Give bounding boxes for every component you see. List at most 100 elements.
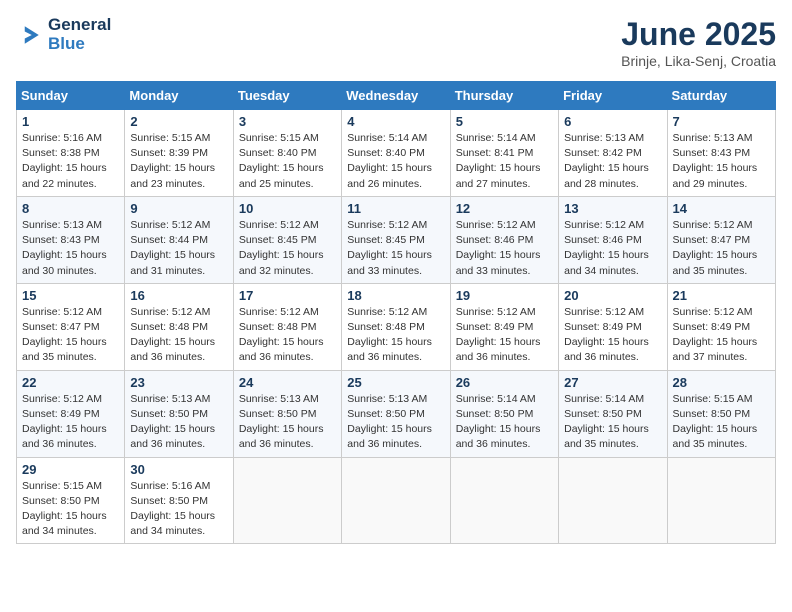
day-number: 16 [130,288,227,303]
calendar-header-row: Sunday Monday Tuesday Wednesday Thursday… [17,82,776,110]
table-row: 26 Sunrise: 5:14 AMSunset: 8:50 PMDayligh… [450,370,558,457]
day-info: Sunrise: 5:14 AMSunset: 8:50 PMDaylight:… [564,392,661,453]
table-row: 27 Sunrise: 5:14 AMSunset: 8:50 PMDayligh… [559,370,667,457]
table-row [450,457,558,544]
page-header: General Blue June 2025 Brinje, Lika-Senj… [16,16,776,69]
calendar-week-row: 29 Sunrise: 5:15 AMSunset: 8:50 PMDayligh… [17,457,776,544]
table-row [233,457,341,544]
table-row: 7 Sunrise: 5:13 AMSunset: 8:43 PMDaylight… [667,110,775,197]
day-number: 20 [564,288,661,303]
calendar-week-row: 8 Sunrise: 5:13 AMSunset: 8:43 PMDaylight… [17,196,776,283]
day-info: Sunrise: 5:12 AMSunset: 8:48 PMDaylight:… [130,305,227,366]
day-info: Sunrise: 5:15 AMSunset: 8:50 PMDaylight:… [673,392,770,453]
day-info: Sunrise: 5:12 AMSunset: 8:45 PMDaylight:… [347,218,444,279]
table-row: 23 Sunrise: 5:13 AMSunset: 8:50 PMDayligh… [125,370,233,457]
day-number: 23 [130,375,227,390]
day-number: 12 [456,201,553,216]
table-row: 18 Sunrise: 5:12 AMSunset: 8:48 PMDayligh… [342,283,450,370]
calendar-table: Sunday Monday Tuesday Wednesday Thursday… [16,81,776,544]
col-thursday: Thursday [450,82,558,110]
day-info: Sunrise: 5:16 AMSunset: 8:50 PMDaylight:… [130,479,227,540]
table-row: 4 Sunrise: 5:14 AMSunset: 8:40 PMDaylight… [342,110,450,197]
day-number: 13 [564,201,661,216]
logo-line1: General [48,16,111,35]
day-number: 29 [22,462,119,477]
table-row: 6 Sunrise: 5:13 AMSunset: 8:42 PMDaylight… [559,110,667,197]
day-number: 19 [456,288,553,303]
title-block: June 2025 Brinje, Lika-Senj, Croatia [621,16,776,69]
day-info: Sunrise: 5:13 AMSunset: 8:50 PMDaylight:… [130,392,227,453]
day-info: Sunrise: 5:12 AMSunset: 8:47 PMDaylight:… [22,305,119,366]
table-row [559,457,667,544]
logo: General Blue [16,16,111,53]
table-row: 10 Sunrise: 5:12 AMSunset: 8:45 PMDayligh… [233,196,341,283]
day-number: 8 [22,201,119,216]
logo-line2: Blue [48,35,111,54]
location-subtitle: Brinje, Lika-Senj, Croatia [621,53,776,69]
table-row: 24Sunrise: 5:13 AMSunset: 8:50 PMDayligh… [233,370,341,457]
day-info: Sunrise: 5:14 AMSunset: 8:40 PMDaylight:… [347,131,444,192]
day-info: Sunrise: 5:12 AMSunset: 8:45 PMDaylight:… [239,218,336,279]
day-number: 26 [456,375,553,390]
day-info: Sunrise: 5:15 AMSunset: 8:50 PMDaylight:… [22,479,119,540]
day-number: 25 [347,375,444,390]
day-info: Sunrise: 5:16 AMSunset: 8:38 PMDaylight:… [22,131,119,192]
day-number: 6 [564,114,661,129]
table-row: 2Sunrise: 5:15 AMSunset: 8:39 PMDaylight… [125,110,233,197]
day-info: Sunrise: 5:14 AMSunset: 8:41 PMDaylight:… [456,131,553,192]
table-row: 21 Sunrise: 5:12 AMSunset: 8:49 PMDayligh… [667,283,775,370]
table-row: 1 Sunrise: 5:16 AMSunset: 8:38 PMDaylight… [17,110,125,197]
table-row: 15 Sunrise: 5:12 AMSunset: 8:47 PMDayligh… [17,283,125,370]
day-number: 28 [673,375,770,390]
calendar-week-row: 22Sunrise: 5:12 AMSunset: 8:49 PMDayligh… [17,370,776,457]
col-sunday: Sunday [17,82,125,110]
day-info: Sunrise: 5:13 AMSunset: 8:43 PMDaylight:… [22,218,119,279]
table-row: 29 Sunrise: 5:15 AMSunset: 8:50 PMDayligh… [17,457,125,544]
day-number: 21 [673,288,770,303]
day-number: 14 [673,201,770,216]
day-number: 1 [22,114,119,129]
calendar-week-row: 1 Sunrise: 5:16 AMSunset: 8:38 PMDaylight… [17,110,776,197]
day-number: 27 [564,375,661,390]
day-info: Sunrise: 5:13 AMSunset: 8:42 PMDaylight:… [564,131,661,192]
day-number: 24 [239,375,336,390]
logo-text: General Blue [48,16,111,53]
table-row: 3Sunrise: 5:15 AMSunset: 8:40 PMDaylight… [233,110,341,197]
day-info: Sunrise: 5:12 AMSunset: 8:49 PMDaylight:… [456,305,553,366]
day-number: 7 [673,114,770,129]
table-row: 17Sunrise: 5:12 AMSunset: 8:48 PMDayligh… [233,283,341,370]
calendar-week-row: 15 Sunrise: 5:12 AMSunset: 8:47 PMDayligh… [17,283,776,370]
table-row: 16 Sunrise: 5:12 AMSunset: 8:48 PMDayligh… [125,283,233,370]
day-info: Sunrise: 5:12 AMSunset: 8:44 PMDaylight:… [130,218,227,279]
table-row [342,457,450,544]
table-row [667,457,775,544]
day-info: Sunrise: 5:14 AMSunset: 8:50 PMDaylight:… [456,392,553,453]
day-number: 15 [22,288,119,303]
day-info: Sunrise: 5:12 AMSunset: 8:49 PMDaylight:… [673,305,770,366]
col-monday: Monday [125,82,233,110]
table-row: 25 Sunrise: 5:13 AMSunset: 8:50 PMDayligh… [342,370,450,457]
day-info: Sunrise: 5:12 AMSunset: 8:49 PMDaylight:… [564,305,661,366]
day-info: Sunrise: 5:13 AMSunset: 8:50 PMDaylight:… [347,392,444,453]
table-row: 20 Sunrise: 5:12 AMSunset: 8:49 PMDayligh… [559,283,667,370]
table-row: 11Sunrise: 5:12 AMSunset: 8:45 PMDayligh… [342,196,450,283]
table-row: 5Sunrise: 5:14 AMSunset: 8:41 PMDaylight… [450,110,558,197]
day-info: Sunrise: 5:15 AMSunset: 8:40 PMDaylight:… [239,131,336,192]
day-number: 18 [347,288,444,303]
day-info: Sunrise: 5:13 AMSunset: 8:43 PMDaylight:… [673,131,770,192]
table-row: 14Sunrise: 5:12 AMSunset: 8:47 PMDayligh… [667,196,775,283]
day-number: 10 [239,201,336,216]
day-number: 17 [239,288,336,303]
col-saturday: Saturday [667,82,775,110]
col-friday: Friday [559,82,667,110]
day-info: Sunrise: 5:12 AMSunset: 8:46 PMDaylight:… [456,218,553,279]
table-row: 9 Sunrise: 5:12 AMSunset: 8:44 PMDaylight… [125,196,233,283]
table-row: 30Sunrise: 5:16 AMSunset: 8:50 PMDayligh… [125,457,233,544]
col-tuesday: Tuesday [233,82,341,110]
day-info: Sunrise: 5:12 AMSunset: 8:48 PMDaylight:… [347,305,444,366]
table-row: 12 Sunrise: 5:12 AMSunset: 8:46 PMDayligh… [450,196,558,283]
day-number: 9 [130,201,227,216]
month-title: June 2025 [621,16,776,53]
table-row: 13Sunrise: 5:12 AMSunset: 8:46 PMDayligh… [559,196,667,283]
day-number: 4 [347,114,444,129]
